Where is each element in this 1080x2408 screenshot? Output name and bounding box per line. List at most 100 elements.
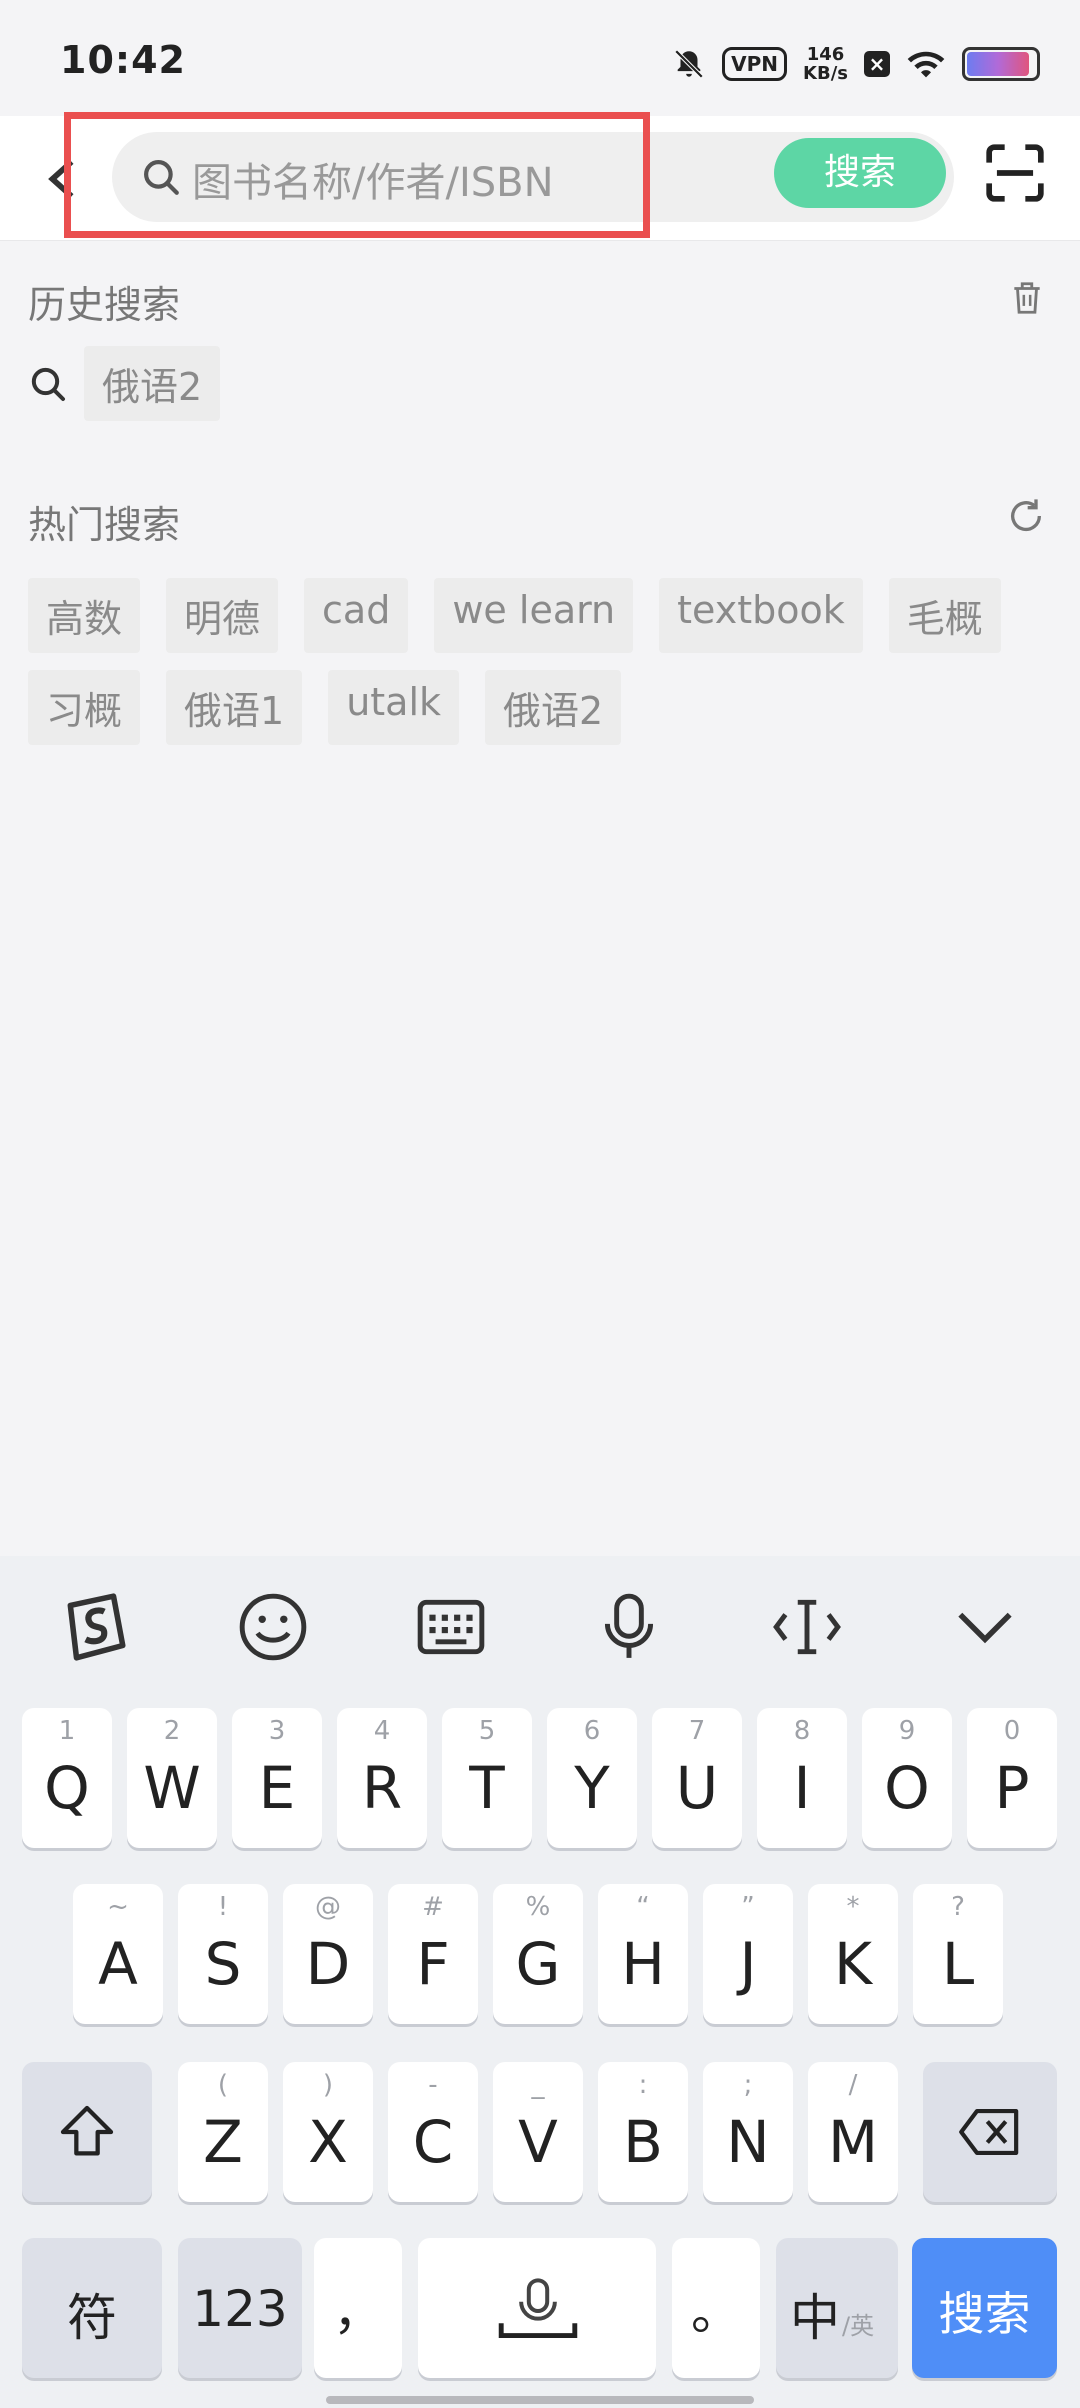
shift-arrow-icon (60, 2105, 114, 2156)
key-letter: E (258, 1754, 296, 1822)
key-alt: 2 (163, 1716, 181, 1746)
key-alt: 7 (688, 1716, 706, 1746)
key-letter: C (412, 2108, 454, 2176)
key-letter: H (621, 1930, 665, 1998)
sogou-logo-icon[interactable] (58, 1590, 132, 1664)
emoji-icon[interactable] (236, 1590, 310, 1664)
hot-tag[interactable]: 明德 (166, 578, 279, 653)
key-z[interactable]: (Z (178, 2062, 268, 2202)
keyboard: 1Q 2W 3E 4R 5T 6Y 7U 8I 9O 0P ~ A ! S @ D #… (0, 1556, 1080, 2408)
key-alt: 6 (583, 1716, 601, 1746)
hot-tag[interactable]: 高数 (28, 578, 141, 653)
cursor-move-icon[interactable] (770, 1590, 844, 1664)
key-alt: % (525, 1892, 551, 1922)
key-alt: ; (743, 2070, 753, 2100)
key-u[interactable]: 7U (652, 1708, 742, 1848)
key-r[interactable]: 4R (337, 1708, 427, 1848)
language-switch-key[interactable]: 中 /英 (776, 2238, 898, 2378)
search-enter-key[interactable]: 搜索 (912, 2238, 1057, 2378)
hot-tag[interactable]: textbook (659, 578, 863, 653)
symbols-key[interactable]: 符 (22, 2238, 162, 2378)
home-indicator[interactable] (326, 2396, 754, 2404)
backspace-icon (959, 2108, 1019, 2156)
key-alt: : (638, 2070, 648, 2100)
key-t[interactable]: 5T (442, 1708, 532, 1848)
key-alt: # (422, 1892, 444, 1922)
key-letter: Z (203, 2108, 243, 2176)
microphone-icon[interactable] (592, 1590, 666, 1664)
key-f[interactable]: # F (388, 1884, 478, 2024)
key-alt: ? (951, 1892, 965, 1922)
refresh-icon[interactable] (1006, 496, 1046, 536)
comma-key[interactable]: ， (314, 2238, 402, 2378)
key-letter: N (726, 2108, 770, 2176)
key-alt: ) (322, 2070, 334, 2100)
numbers-key[interactable]: 123 (178, 2238, 302, 2378)
history-title: 历史搜索 (28, 283, 181, 327)
hot-tag[interactable]: utalk (328, 670, 460, 745)
numbers-label: 123 (192, 2280, 288, 2338)
hot-tag[interactable]: 毛概 (888, 578, 1001, 653)
key-q[interactable]: 1Q (22, 1708, 112, 1848)
hot-tag[interactable]: cad (304, 578, 409, 653)
history-tag: 俄语2 (84, 346, 221, 421)
key-k[interactable]: * K (808, 1884, 898, 2024)
key-b[interactable]: :B (598, 2062, 688, 2202)
key-alt: _ (531, 2070, 545, 2100)
hot-tag[interactable]: 习概 (28, 670, 141, 745)
key-s[interactable]: ! S (178, 1884, 268, 2024)
key-x[interactable]: ) X (283, 2062, 373, 2202)
key-alt: / (848, 2070, 858, 2100)
key-alt: 8 (793, 1716, 811, 1746)
hot-tag[interactable]: 俄语2 (485, 670, 622, 745)
key-alt: ( (217, 2070, 229, 2100)
key-letter: M (827, 2108, 879, 2176)
scan-icon[interactable] (984, 142, 1046, 204)
key-letter: X (308, 2108, 348, 2176)
key-n[interactable]: ; N (703, 2062, 793, 2202)
key-j[interactable]: ” J (703, 1884, 793, 2024)
status-icons: VPN 146 KB/s × (672, 36, 1040, 92)
key-alt: - (428, 2070, 438, 2100)
muted-bell-icon (674, 49, 704, 79)
key-g[interactable]: % G (493, 1884, 583, 2024)
key-p[interactable]: 0P (967, 1708, 1057, 1848)
key-alt: 5 (478, 1716, 496, 1746)
backspace-key[interactable] (923, 2062, 1057, 2202)
key-letter: U (675, 1754, 719, 1822)
key-e[interactable]: 3E (232, 1708, 322, 1848)
key-letter: B (623, 2108, 663, 2176)
key-v[interactable]: _ V (493, 2062, 583, 2202)
key-l[interactable]: ? L (913, 1884, 1003, 2024)
hot-tag[interactable]: we learn (434, 578, 634, 653)
key-letter: S (204, 1930, 242, 1998)
space-key[interactable] (418, 2238, 656, 2378)
key-letter: Y (574, 1754, 610, 1822)
key-o[interactable]: 9O (862, 1708, 952, 1848)
key-d[interactable]: @ D (283, 1884, 373, 2024)
key-alt: ! (217, 1892, 229, 1922)
key-letter: R (361, 1754, 403, 1822)
search-icon (31, 367, 65, 401)
key-alt: @ (315, 1892, 341, 1922)
shift-key[interactable] (22, 2062, 152, 2202)
key-alt: 0 (1003, 1716, 1021, 1746)
keyboard-layout-icon[interactable] (414, 1590, 488, 1664)
chevron-down-icon[interactable] (948, 1590, 1022, 1664)
key-m[interactable]: / M (808, 2062, 898, 2202)
key-letter: G (515, 1930, 561, 1998)
key-w[interactable]: 2W (127, 1708, 217, 1848)
battery-icon (962, 47, 1040, 81)
key-i[interactable]: 8I (757, 1708, 847, 1848)
key-y[interactable]: 6Y (547, 1708, 637, 1848)
key-c[interactable]: -C (388, 2062, 478, 2202)
search-button[interactable]: 搜索 (774, 138, 946, 208)
period-key[interactable]: 。 (672, 2238, 760, 2378)
key-h[interactable]: “H (598, 1884, 688, 2024)
enter-label: 搜索 (938, 2287, 1031, 2341)
key-a[interactable]: ~ A (73, 1884, 163, 2024)
hot-tag[interactable]: 俄语1 (166, 670, 303, 745)
history-item[interactable]: 俄语2 (28, 346, 221, 421)
trash-icon[interactable] (1008, 278, 1046, 318)
key-alt: 9 (898, 1716, 916, 1746)
